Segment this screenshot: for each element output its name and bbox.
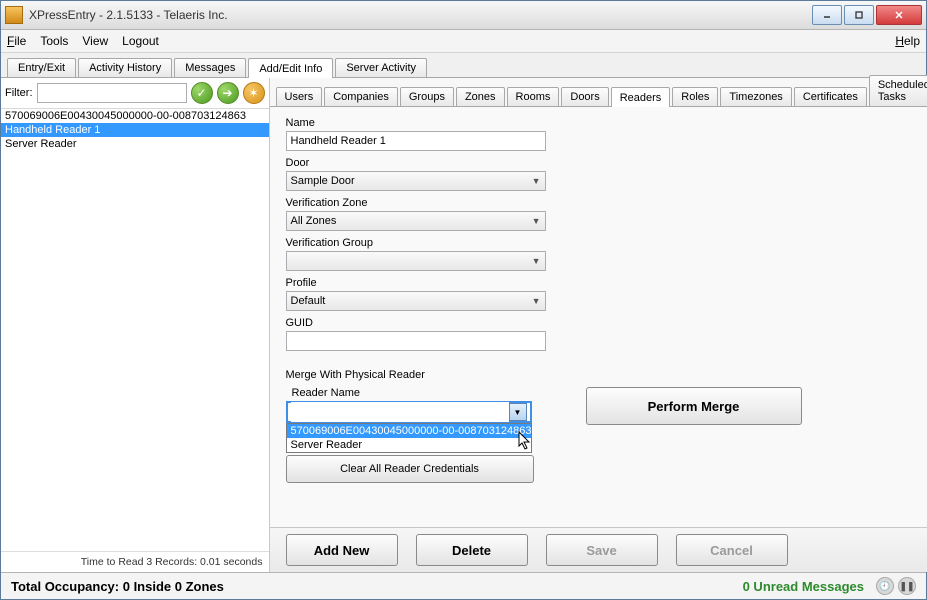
- form-area: Name Handheld Reader 1 Door Sample Door▼…: [270, 107, 927, 527]
- subtab-groups[interactable]: Groups: [400, 87, 454, 106]
- reader-name-label: Reader Name: [292, 387, 546, 399]
- list-item[interactable]: Server Reader: [1, 137, 269, 151]
- status-bar: Total Occupancy: 0 Inside 0 Zones 0 Unre…: [1, 572, 926, 599]
- perform-merge-button[interactable]: Perform Merge: [586, 387, 802, 425]
- chevron-down-icon: ▼: [532, 216, 541, 226]
- subtab-readers[interactable]: Readers: [611, 87, 671, 107]
- list-item[interactable]: 570069006E00430045000000-00-008703124863: [1, 109, 269, 123]
- sub-tabstrip: Users Companies Groups Zones Rooms Doors…: [270, 78, 927, 107]
- dropdown-item[interactable]: Server Reader: [287, 438, 531, 452]
- minimize-button[interactable]: [812, 5, 842, 25]
- maximize-button[interactable]: [844, 5, 874, 25]
- subtab-rooms[interactable]: Rooms: [507, 87, 560, 106]
- list-item[interactable]: Handheld Reader 1: [1, 123, 269, 137]
- subtab-timezones[interactable]: Timezones: [720, 87, 791, 106]
- name-input[interactable]: Handheld Reader 1: [286, 131, 546, 151]
- subtab-scheduled-tasks[interactable]: Scheduled Tasks: [869, 75, 927, 106]
- main-tabstrip: Entry/Exit Activity History Messages Add…: [1, 53, 926, 78]
- close-button[interactable]: [876, 5, 922, 25]
- clear-credentials-button[interactable]: Clear All Reader Credentials: [286, 455, 534, 483]
- clock-icon[interactable]: 🕘: [876, 577, 894, 595]
- filter-label: Filter:: [5, 87, 33, 99]
- menu-tools[interactable]: Tools: [40, 34, 68, 48]
- subtab-companies[interactable]: Companies: [324, 87, 398, 106]
- subtab-zones[interactable]: Zones: [456, 87, 505, 106]
- list-footer: Time to Read 3 Records: 0.01 seconds: [1, 551, 269, 572]
- cancel-button[interactable]: Cancel: [676, 534, 788, 566]
- guid-label: GUID: [286, 317, 927, 329]
- vgroup-select[interactable]: ▼: [286, 251, 546, 271]
- filter-input[interactable]: [37, 83, 187, 103]
- right-panel: Users Companies Groups Zones Rooms Doors…: [270, 78, 927, 572]
- name-label: Name: [286, 117, 927, 129]
- reader-name-input[interactable]: [291, 402, 509, 422]
- profile-label: Profile: [286, 277, 927, 289]
- menu-file[interactable]: File: [7, 34, 26, 48]
- dropdown-item[interactable]: 570069006E00430045000000-00-008703124863: [287, 424, 531, 438]
- vzone-label: Verification Zone: [286, 197, 927, 209]
- occupancy-status: Total Occupancy: 0 Inside 0 Zones: [11, 579, 224, 594]
- title-bar: XPressEntry - 2.1.5133 - Telaeris Inc.: [1, 1, 926, 30]
- menu-view[interactable]: View: [82, 34, 108, 48]
- subtab-roles[interactable]: Roles: [672, 87, 718, 106]
- records-list[interactable]: 570069006E00430045000000-00-008703124863…: [1, 109, 269, 551]
- subtab-certificates[interactable]: Certificates: [794, 87, 867, 106]
- filter-next-icon[interactable]: ➔: [217, 82, 239, 104]
- add-new-button[interactable]: Add New: [286, 534, 398, 566]
- tab-entry-exit[interactable]: Entry/Exit: [7, 58, 76, 77]
- subtab-doors[interactable]: Doors: [561, 87, 608, 106]
- subtab-users[interactable]: Users: [276, 87, 323, 106]
- door-label: Door: [286, 157, 927, 169]
- reader-name-dropdown[interactable]: 570069006E00430045000000-00-008703124863…: [286, 423, 532, 453]
- left-panel: Filter: ✓ ➔ ✶ 570069006E00430045000000-0…: [1, 78, 270, 572]
- tab-server-activity[interactable]: Server Activity: [335, 58, 427, 77]
- profile-select[interactable]: Default▼: [286, 291, 546, 311]
- chevron-down-icon: ▼: [532, 296, 541, 306]
- window-title: XPressEntry - 2.1.5133 - Telaeris Inc.: [29, 8, 812, 22]
- filter-settings-icon[interactable]: ✶: [243, 82, 265, 104]
- tab-add-edit-info[interactable]: Add/Edit Info: [248, 58, 333, 78]
- chevron-down-icon[interactable]: ▼: [509, 403, 527, 421]
- save-button[interactable]: Save: [546, 534, 658, 566]
- chevron-down-icon: ▼: [532, 176, 541, 186]
- door-select[interactable]: Sample Door▼: [286, 171, 546, 191]
- vzone-select[interactable]: All Zones▼: [286, 211, 546, 231]
- action-bar: Add New Delete Save Cancel: [270, 527, 927, 572]
- pause-icon[interactable]: ❚❚: [898, 577, 916, 595]
- vgroup-label: Verification Group: [286, 237, 927, 249]
- chevron-down-icon: ▼: [532, 256, 541, 266]
- unread-messages[interactable]: 0 Unread Messages: [743, 579, 864, 594]
- merge-section-title: Merge With Physical Reader: [286, 369, 927, 381]
- menu-bar: File Tools View Logout Help: [1, 30, 926, 53]
- menu-help[interactable]: Help: [895, 34, 920, 48]
- tab-activity-history[interactable]: Activity History: [78, 58, 172, 77]
- tab-messages[interactable]: Messages: [174, 58, 246, 77]
- reader-name-combo[interactable]: ▼: [286, 401, 532, 423]
- filter-apply-icon[interactable]: ✓: [191, 82, 213, 104]
- delete-button[interactable]: Delete: [416, 534, 528, 566]
- guid-input[interactable]: [286, 331, 546, 351]
- app-icon: [5, 6, 23, 24]
- menu-logout[interactable]: Logout: [122, 34, 159, 48]
